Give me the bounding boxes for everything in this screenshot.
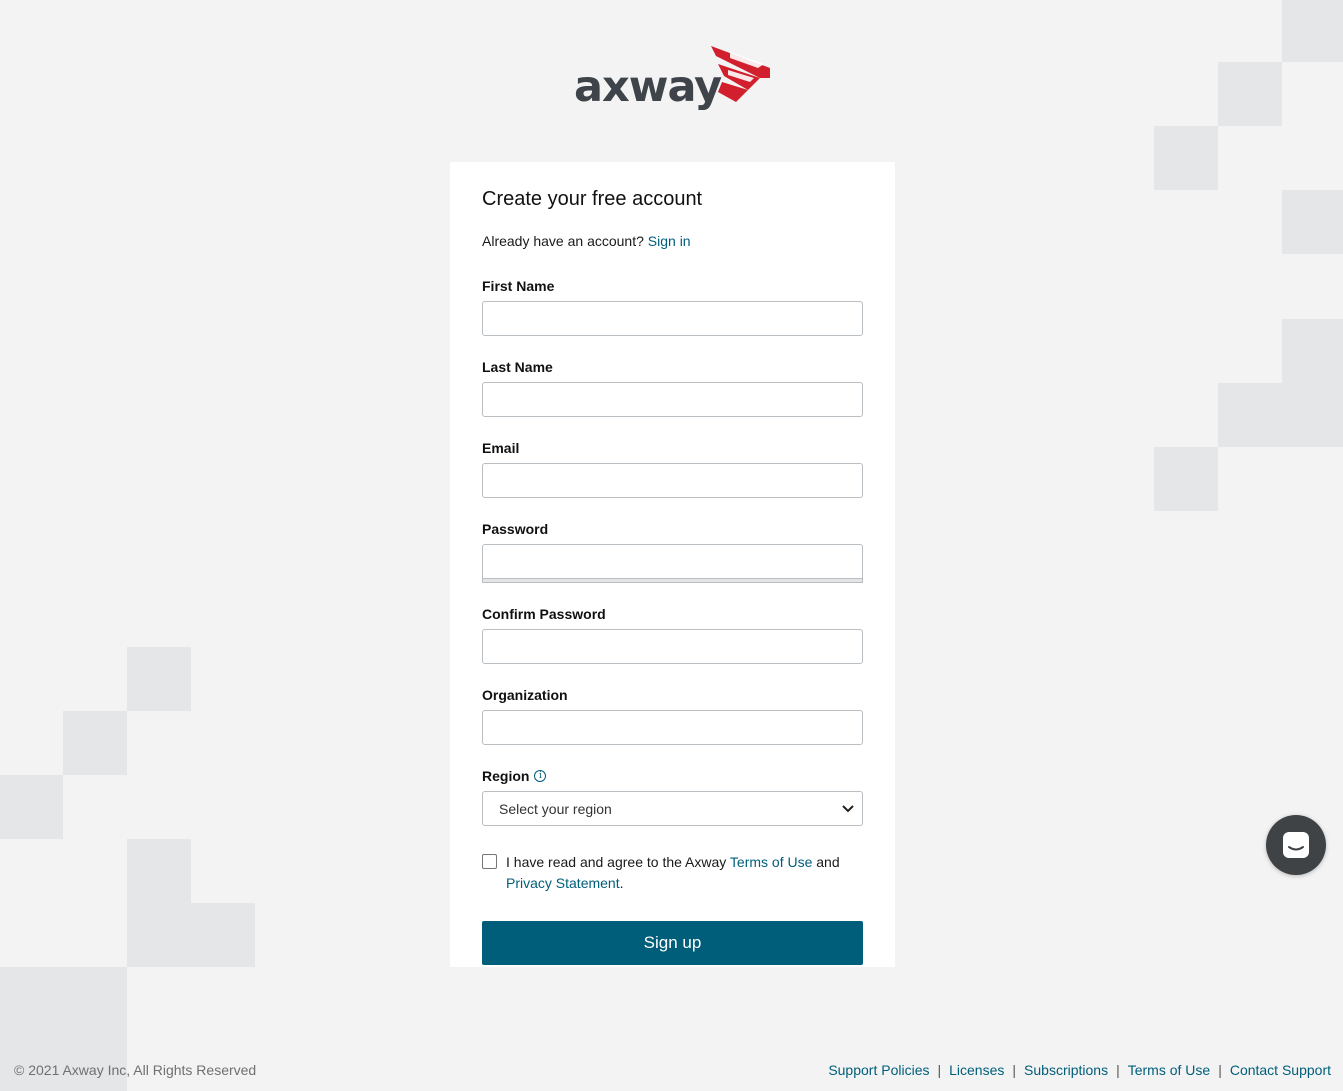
copyright: © 2021 Axway Inc, All Rights Reserved (14, 1062, 257, 1078)
axway-logo: axway (574, 46, 774, 116)
organization-label-text: Organization (482, 687, 568, 703)
bg-tile (127, 647, 191, 711)
last-name-label-text: Last Name (482, 359, 553, 375)
email-label-text: Email (482, 440, 520, 456)
separator: | (937, 1062, 942, 1078)
bg-tile (127, 903, 255, 967)
bg-tile (1154, 126, 1218, 190)
contact-support-link[interactable]: Contact Support (1230, 1062, 1331, 1078)
email-input[interactable] (482, 463, 863, 498)
privacy-statement-link[interactable]: Privacy Statement (506, 875, 620, 891)
logo-mark-icon (711, 46, 770, 102)
footer-links: Support Policies | Licenses | Subscripti… (828, 1062, 1331, 1078)
terms-agreement: I have read and agree to the Axway Terms… (482, 852, 863, 894)
bg-tile (1282, 0, 1343, 62)
region-select-value: Select your region (499, 800, 612, 817)
signin-prompt-text: Already have an account? (482, 233, 644, 249)
email-label: Email (482, 439, 863, 457)
support-policies-link[interactable]: Support Policies (828, 1062, 929, 1078)
bg-tile (127, 839, 191, 903)
chevron-down-icon (842, 804, 854, 812)
bg-tile (1218, 62, 1282, 126)
terms-checkbox[interactable] (482, 854, 497, 869)
page-title: Create your free account (482, 188, 703, 210)
terms-of-use-link[interactable]: Terms of Use (730, 854, 812, 870)
password-wrapper (482, 544, 863, 583)
chat-icon (1283, 832, 1309, 858)
first-name-label: First Name (482, 277, 863, 295)
bg-tile (1218, 383, 1343, 447)
info-icon[interactable]: i (534, 770, 547, 782)
terms-conjunction: and (816, 854, 840, 870)
footer-terms-of-use-link[interactable]: Terms of Use (1128, 1062, 1210, 1078)
first-name-input[interactable] (482, 301, 863, 336)
separator: | (1012, 1062, 1017, 1078)
last-name-input[interactable] (482, 382, 863, 417)
signup-card: Create your free account Already have an… (450, 162, 895, 967)
separator: | (1116, 1062, 1120, 1078)
signup-button[interactable]: Sign up (482, 921, 863, 965)
organization-input[interactable] (482, 710, 863, 745)
bg-tile (1282, 190, 1343, 254)
terms-prefix: I have read and agree to the Axway (506, 854, 727, 870)
licenses-link[interactable]: Licenses (949, 1062, 1004, 1078)
chat-launcher-button[interactable] (1266, 815, 1326, 875)
region-label: Region i (482, 767, 863, 785)
terms-text: I have read and agree to the Axway Terms… (506, 852, 840, 894)
confirm-password-label-text: Confirm Password (482, 606, 606, 622)
confirm-password-input[interactable] (482, 629, 863, 664)
bg-tile (1282, 319, 1343, 383)
password-label-text: Password (482, 521, 549, 537)
bg-tile (63, 711, 127, 775)
region-select[interactable]: Select your region (482, 791, 863, 826)
first-name-label-text: First Name (482, 278, 555, 294)
signin-link[interactable]: Sign in (648, 233, 691, 249)
password-label: Password (482, 520, 863, 538)
separator: | (1218, 1062, 1222, 1078)
signin-prompt: Already have an account? Sign in (482, 233, 863, 253)
terms-suffix: . (619, 875, 624, 891)
organization-label: Organization (482, 686, 863, 704)
logo-wordmark: axway (574, 62, 722, 112)
confirm-password-label: Confirm Password (482, 605, 863, 623)
region-label-text: Region (482, 768, 530, 784)
password-strength-meter (482, 579, 863, 583)
last-name-label: Last Name (482, 358, 863, 376)
bg-tile (0, 775, 63, 839)
subscriptions-link[interactable]: Subscriptions (1024, 1062, 1108, 1078)
password-input[interactable] (482, 544, 863, 579)
bg-tile (1154, 447, 1218, 511)
